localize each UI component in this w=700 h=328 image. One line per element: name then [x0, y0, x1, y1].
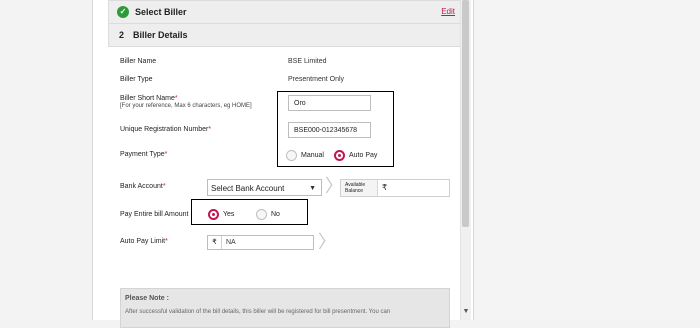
auto-pay-limit-input[interactable]: ₹ NA — [207, 235, 314, 250]
step-number: 2 — [119, 30, 125, 40]
page-background — [463, 0, 700, 320]
available-balance-box: Available Balance ₹ — [340, 179, 450, 197]
biller-name-value: BSE Limited — [288, 58, 327, 65]
short-name-label: Biller Short Name* — [120, 95, 178, 102]
note-box: Please Note : After successful validatio… — [120, 288, 450, 328]
manual-radio[interactable] — [286, 150, 297, 161]
short-name-hint: [For your reference, Max 6 characters, e… — [120, 103, 252, 109]
rupee-icon: ₹ — [208, 236, 222, 249]
registration-label: Unique Registration Number* — [120, 126, 212, 133]
select-biller-title: Select Biller — [135, 7, 187, 17]
note-title: Please Note : — [125, 295, 169, 302]
pay-entire-no-label: No — [271, 211, 280, 218]
biller-details-title: Biller Details — [133, 30, 188, 40]
bank-account-label: Bank Account* — [120, 183, 166, 190]
biller-form-panel — [92, 0, 474, 320]
rupee-icon: ₹ — [382, 183, 388, 192]
edit-link[interactable]: Edit — [441, 7, 455, 16]
pay-entire-yes-label: Yes — [223, 211, 235, 218]
manual-radio-label: Manual — [301, 152, 324, 159]
biller-type-label: Biller Type — [120, 76, 153, 83]
registration-input[interactable]: BSE000-012345678 — [288, 122, 371, 138]
pay-entire-label: Pay Entire bill Amount — [120, 211, 189, 218]
auto-pay-limit-label: Auto Pay Limit* — [120, 238, 168, 245]
auto-pay-radio[interactable] — [334, 150, 345, 161]
chevron-right-icon: 〉 — [318, 232, 336, 253]
note-body: After successful validation of the bill … — [125, 309, 391, 315]
biller-type-value: Presentment Only — [288, 76, 345, 83]
scroll-down-arrow-icon[interactable]: ▼ — [461, 308, 471, 316]
pay-entire-no-radio[interactable] — [256, 209, 267, 220]
bank-account-select[interactable]: Select Bank Account ▼ — [207, 179, 322, 196]
caret-down-icon: ▼ — [309, 185, 316, 192]
short-name-input[interactable]: Oro — [288, 95, 371, 111]
scrollbar[interactable]: ▼ — [460, 0, 471, 320]
check-circle-icon: ✓ — [117, 6, 129, 18]
available-balance-label: Available Balance — [341, 180, 378, 196]
pay-entire-yes-radio[interactable] — [208, 209, 219, 220]
payment-type-label: Payment Type* — [120, 151, 168, 158]
scrollbar-thumb[interactable] — [462, 0, 469, 227]
auto-pay-radio-label: Auto Pay — [349, 152, 378, 159]
bank-account-select-value: Select Bank Account — [211, 184, 285, 193]
biller-name-label: Biller Name — [120, 58, 157, 65]
auto-pay-limit-value: NA — [226, 239, 236, 246]
biller-details-header: 2 Biller Details — [108, 23, 462, 47]
select-biller-header: ✓ Select Biller Edit — [108, 0, 462, 24]
